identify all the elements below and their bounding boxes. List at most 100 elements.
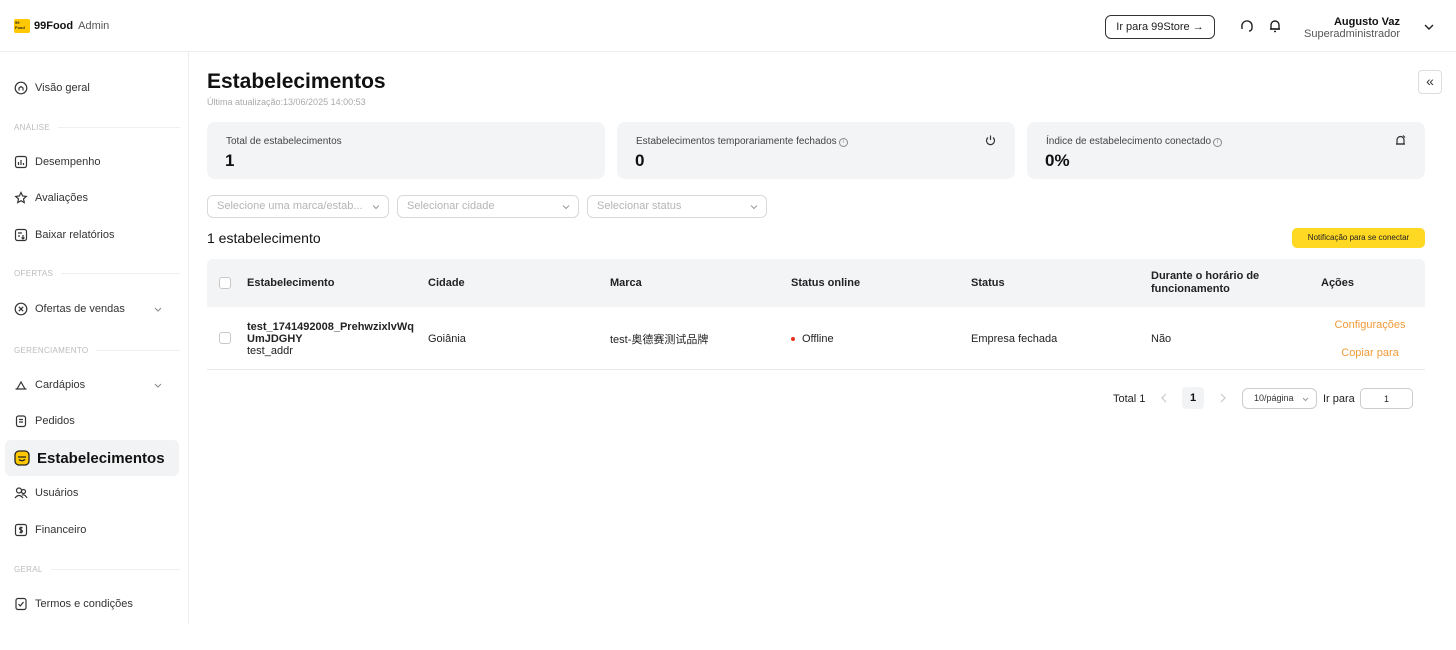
during-hours-cell: Não xyxy=(1151,332,1172,345)
sidebar-item-label: Cardápios xyxy=(35,379,86,391)
sidebar-item-performance[interactable]: Desempenho xyxy=(5,145,179,179)
city-select[interactable]: Selecionar cidade xyxy=(397,195,579,218)
collapse-sidebar-button[interactable]: « xyxy=(1418,70,1442,94)
select-placeholder: Selecionar cidade xyxy=(407,200,495,212)
stat-card-connected-index: Índice de estabelecimento conectado i 0% xyxy=(1027,122,1425,179)
chart-icon xyxy=(14,155,28,169)
chevron-right-icon[interactable] xyxy=(1214,389,1232,407)
establishment-name-cont: UmJDGHY xyxy=(247,332,303,345)
column-header-brand[interactable]: Marca xyxy=(610,259,642,307)
actions-cell: Configurações Copiar para xyxy=(1325,307,1415,370)
column-header-actions: Ações xyxy=(1321,276,1355,289)
pagination-current-page[interactable]: 1 xyxy=(1182,387,1204,409)
results-count: 1 estabelecimento xyxy=(207,230,321,246)
chevron-down-icon xyxy=(372,205,380,210)
notify-connect-button[interactable]: Notificação para se conectar xyxy=(1292,228,1425,248)
select-placeholder: Selecione uma marca/estab... xyxy=(217,200,363,212)
info-icon[interactable]: i xyxy=(1213,138,1223,147)
stat-card-total: Total de estabelecimentos 1 xyxy=(207,122,605,179)
column-header-status[interactable]: Status xyxy=(971,259,1005,307)
column-header-establishment[interactable]: Estabelecimento xyxy=(247,259,334,307)
table-header: Estabelecimento Cidade Marca Status onli… xyxy=(207,259,1425,307)
table-row: test_1741492008_PrehwzixlvWq UmJDGHY tes… xyxy=(207,307,1425,370)
section-management: GERENCIAMENTO xyxy=(14,346,180,355)
sidebar-item-reports[interactable]: Baixar relatórios xyxy=(5,218,179,252)
column-header-city[interactable]: Cidade xyxy=(428,259,465,307)
money-icon xyxy=(14,523,28,537)
headset-icon[interactable] xyxy=(1238,17,1256,35)
sidebar-item-reviews[interactable]: Avaliações xyxy=(5,181,179,215)
card-label: Total de estabelecimentos xyxy=(226,136,342,147)
logo-mark: 99 Food xyxy=(14,19,30,33)
copy-to-link[interactable]: Copiar para xyxy=(1325,347,1415,359)
column-header-during-hours[interactable]: Durante o horário de funcionamento xyxy=(1151,259,1276,307)
bell-icon[interactable] xyxy=(1266,17,1284,35)
star-icon xyxy=(14,191,28,204)
status-cell: Empresa fechada xyxy=(971,332,1058,345)
offline-dot-icon xyxy=(791,336,795,341)
chevron-left-icon[interactable] xyxy=(1155,389,1173,407)
sidebar: Visão geral ANÁLISE Desempenho Avaliaçõe… xyxy=(0,52,189,624)
card-label: Estabelecimentos temporariamente fechado… xyxy=(636,136,837,147)
sidebar-item-terms[interactable]: Termos e condições xyxy=(5,587,179,621)
info-icon[interactable]: i xyxy=(838,138,848,147)
user-name: Augusto Vaz xyxy=(1333,16,1400,28)
chevron-down-icon[interactable] xyxy=(1422,20,1436,34)
brand-establishment-select[interactable]: Selecione uma marca/estab... xyxy=(207,195,389,218)
card-value: 1 xyxy=(225,151,235,170)
page-size-value: 10/página xyxy=(1254,393,1294,403)
sidebar-item-menus[interactable]: Cardápios xyxy=(5,368,179,402)
power-icon xyxy=(985,135,996,146)
section-offers: OFERTAS xyxy=(14,269,180,278)
clipboard-icon xyxy=(15,415,27,428)
download-report-icon xyxy=(14,228,28,242)
chevron-down-icon xyxy=(154,307,162,312)
stat-card-temporarily-closed: Estabelecimentos temporariamente fechado… xyxy=(617,122,1015,179)
sidebar-item-label: Desempenho xyxy=(35,156,101,168)
card-label-row: Índice de estabelecimento conectado i xyxy=(1046,136,1223,147)
column-header-online-status[interactable]: Status online xyxy=(791,259,860,307)
sidebar-item-orders[interactable]: Pedidos xyxy=(5,404,179,438)
row-checkbox[interactable] xyxy=(219,332,231,344)
bell-off-icon xyxy=(1396,135,1406,145)
status-select[interactable]: Selecionar status xyxy=(587,195,767,218)
sidebar-item-label: Ofertas de vendas xyxy=(35,303,125,315)
cloche-icon xyxy=(15,380,27,390)
select-all-checkbox[interactable] xyxy=(219,277,231,289)
chevron-down-icon xyxy=(1302,397,1309,402)
goto-label: Ir para xyxy=(1323,393,1355,405)
chevron-down-icon xyxy=(154,383,162,388)
select-placeholder: Selecionar status xyxy=(597,200,682,212)
card-value: 0 xyxy=(635,151,645,170)
user-role: Superadministrador xyxy=(1304,28,1400,40)
sidebar-item-overview[interactable]: Visão geral xyxy=(5,71,179,105)
user-profile[interactable]: Augusto Vaz Superadministrador xyxy=(1304,16,1400,41)
sidebar-item-label: Termos e condições xyxy=(35,598,133,610)
establishment-name: test_1741492008_PrehwzixlvWq xyxy=(247,320,414,333)
card-value: 0% xyxy=(1045,151,1070,170)
establishment-cell[interactable]: test_1741492008_PrehwzixlvWq UmJDGHY tes… xyxy=(247,307,414,370)
sidebar-item-label: Estabelecimentos xyxy=(37,449,165,467)
sidebar-item-label: Usuários xyxy=(35,487,79,499)
sidebar-item-financial[interactable]: Financeiro xyxy=(5,513,179,547)
go-to-store-button[interactable]: Ir para 99Store → xyxy=(1105,15,1215,39)
sidebar-item-sales-offers[interactable]: Ofertas de vendas xyxy=(5,292,179,326)
chevron-down-icon xyxy=(562,205,570,210)
brand-suffix: Admin xyxy=(78,20,110,32)
home-icon xyxy=(14,81,28,95)
store-icon xyxy=(14,450,30,466)
settings-link[interactable]: Configurações xyxy=(1325,319,1415,331)
goto-page-input[interactable] xyxy=(1360,388,1413,409)
sidebar-item-label: Avaliações xyxy=(35,192,88,204)
sidebar-item-label: Baixar relatórios xyxy=(35,229,115,241)
sidebar-item-establishments[interactable]: Estabelecimentos xyxy=(5,440,179,476)
page-title: Estabelecimentos xyxy=(207,70,386,93)
page-size-select[interactable]: 10/página xyxy=(1242,388,1317,409)
app-logo[interactable]: 99 Food 99Food Admin xyxy=(14,19,109,33)
sidebar-item-users[interactable]: Usuários xyxy=(5,476,179,510)
online-status-cell: Offline xyxy=(791,307,834,370)
last-updated: Última atualização:13/06/2025 14:00:53 xyxy=(207,97,366,107)
terms-check-icon xyxy=(15,597,27,611)
sidebar-item-label: Visão geral xyxy=(35,82,90,94)
card-label: Índice de estabelecimento conectado xyxy=(1046,136,1212,147)
